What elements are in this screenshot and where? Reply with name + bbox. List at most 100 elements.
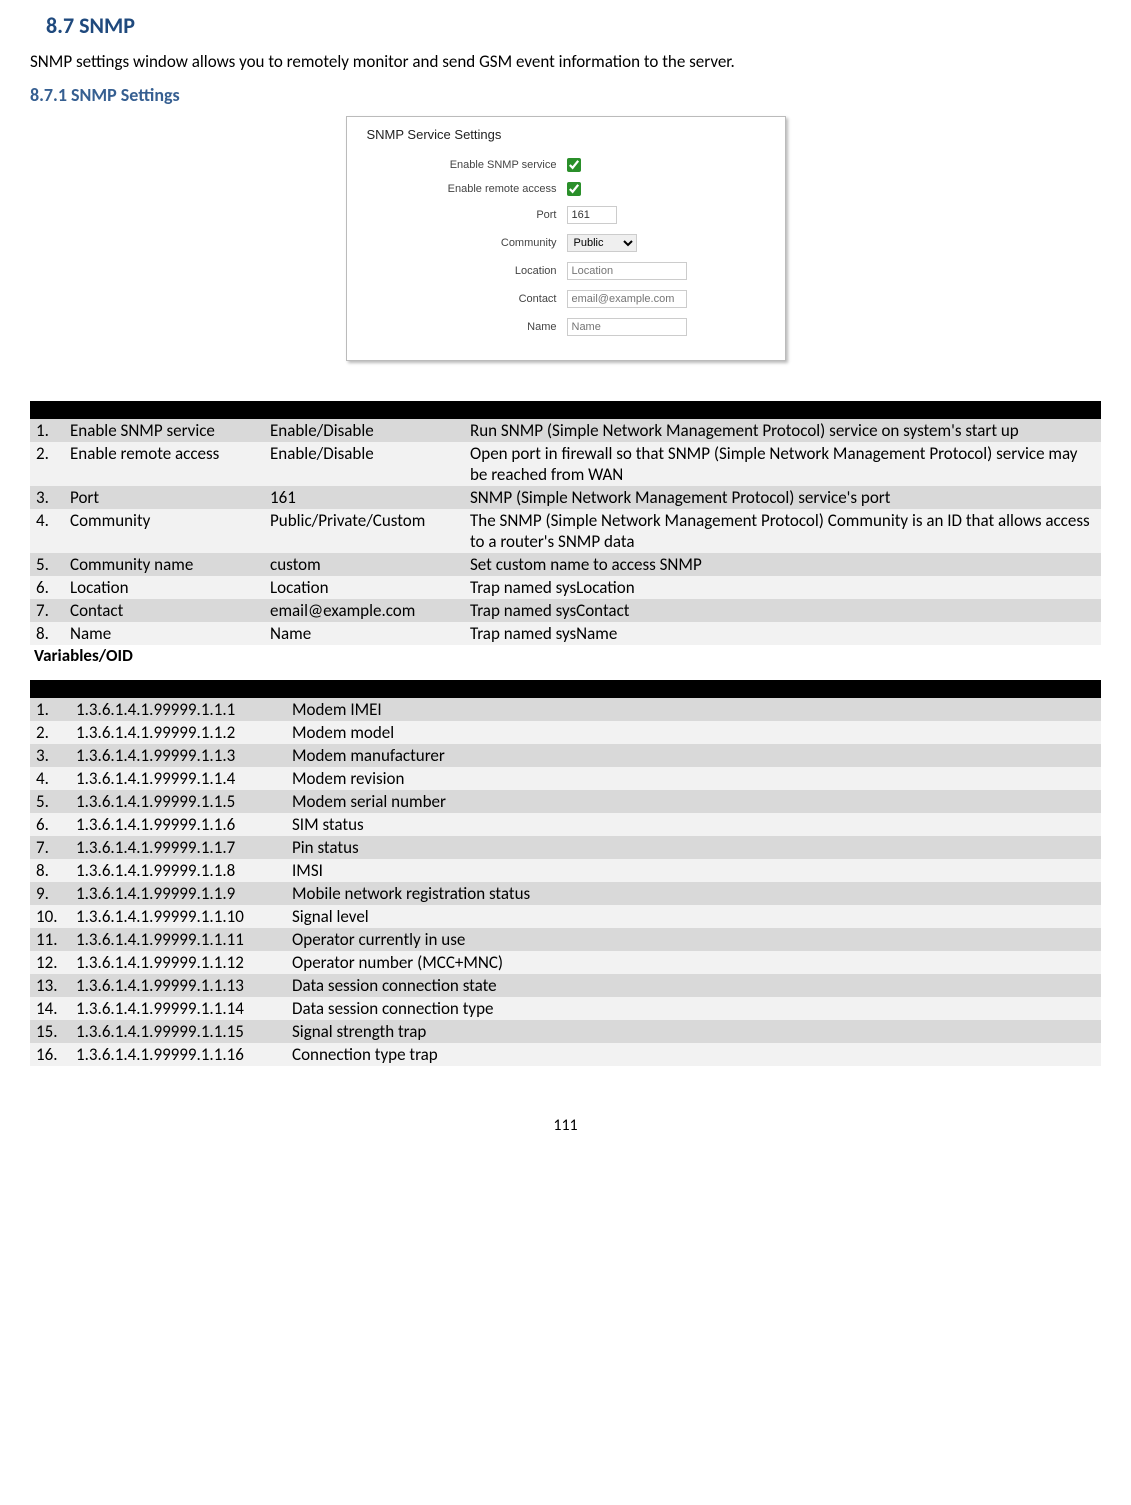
row-num: 7. xyxy=(30,599,64,622)
panel-title: SNMP Service Settings xyxy=(367,127,765,142)
table-row: 10.1.3.6.1.4.1.99999.1.1.10Signal level xyxy=(30,905,1101,928)
contact-label: Contact xyxy=(367,293,567,305)
row-field: Enable SNMP service xyxy=(64,419,264,442)
row-desc: Modem IMEI xyxy=(286,698,1101,721)
heading-snmp: 8.7 SNMP xyxy=(46,12,1101,39)
row-name: Name xyxy=(367,318,765,336)
row-desc: Operator number (MCC+MNC) xyxy=(286,951,1101,974)
port-input[interactable] xyxy=(567,206,617,224)
row-desc: Open port in firewall so that SNMP (Simp… xyxy=(464,442,1101,486)
table-row: 15.1.3.6.1.4.1.99999.1.1.15Signal streng… xyxy=(30,1020,1101,1043)
row-num: 16. xyxy=(30,1043,70,1066)
row-desc: Modem model xyxy=(286,721,1101,744)
row-num: 5. xyxy=(30,790,70,813)
row-oid: 1.3.6.1.4.1.99999.1.1.9 xyxy=(70,882,286,905)
heading-snmp-settings: 8.7.1 SNMP Settings xyxy=(30,84,1101,106)
table-row: 9.1.3.6.1.4.1.99999.1.1.9Mobile network … xyxy=(30,882,1101,905)
table-row: 3.1.3.6.1.4.1.99999.1.1.3Modem manufactu… xyxy=(30,744,1101,767)
row-oid: 1.3.6.1.4.1.99999.1.1.16 xyxy=(70,1043,286,1066)
port-label: Port xyxy=(367,209,567,221)
row-num: 1. xyxy=(30,419,64,442)
settings-head xyxy=(30,401,1101,419)
row-desc: Data session connection state xyxy=(286,974,1101,997)
row-num: 6. xyxy=(30,576,64,599)
table-row: 11.1.3.6.1.4.1.99999.1.1.11Operator curr… xyxy=(30,928,1101,951)
row-val: 161 xyxy=(264,486,464,509)
row-oid: 1.3.6.1.4.1.99999.1.1.1 xyxy=(70,698,286,721)
table-row: 1.1.3.6.1.4.1.99999.1.1.1Modem IMEI xyxy=(30,698,1101,721)
row-num: 9. xyxy=(30,882,70,905)
row-desc: Modem serial number xyxy=(286,790,1101,813)
row-enable-service: Enable SNMP service xyxy=(367,158,765,172)
row-desc: Trap named sysContact xyxy=(464,599,1101,622)
contact-input[interactable] xyxy=(567,290,687,308)
row-num: 2. xyxy=(30,721,70,744)
row-num: 11. xyxy=(30,928,70,951)
row-desc: Run SNMP (Simple Network Management Prot… xyxy=(464,419,1101,442)
table-row: 7.1.3.6.1.4.1.99999.1.1.7Pin status xyxy=(30,836,1101,859)
row-desc: IMSI xyxy=(286,859,1101,882)
table-row: 16.1.3.6.1.4.1.99999.1.1.16Connection ty… xyxy=(30,1043,1101,1066)
row-desc: Trap named sysName xyxy=(464,622,1101,645)
row-num: 13. xyxy=(30,974,70,997)
row-oid: 1.3.6.1.4.1.99999.1.1.3 xyxy=(70,744,286,767)
name-input[interactable] xyxy=(567,318,687,336)
row-field: Port xyxy=(64,486,264,509)
row-oid: 1.3.6.1.4.1.99999.1.1.6 xyxy=(70,813,286,836)
row-num: 1. xyxy=(30,698,70,721)
name-label: Name xyxy=(367,321,567,333)
row-desc: SNMP (Simple Network Management Protocol… xyxy=(464,486,1101,509)
table-row: 14.1.3.6.1.4.1.99999.1.1.14Data session … xyxy=(30,997,1101,1020)
enable-service-checkbox[interactable] xyxy=(567,158,581,172)
row-desc: Connection type trap xyxy=(286,1043,1101,1066)
enable-remote-label: Enable remote access xyxy=(367,183,567,195)
row-val: Enable/Disable xyxy=(264,442,464,486)
row-port: Port xyxy=(367,206,765,224)
enable-service-label: Enable SNMP service xyxy=(367,159,567,171)
row-val: custom xyxy=(264,553,464,576)
row-desc: Signal level xyxy=(286,905,1101,928)
table-row: 4.1.3.6.1.4.1.99999.1.1.4Modem revision xyxy=(30,767,1101,790)
row-oid: 1.3.6.1.4.1.99999.1.1.13 xyxy=(70,974,286,997)
row-oid: 1.3.6.1.4.1.99999.1.1.11 xyxy=(70,928,286,951)
row-num: 7. xyxy=(30,836,70,859)
location-input[interactable] xyxy=(567,262,687,280)
oid-head xyxy=(30,680,1101,698)
page-number: 111 xyxy=(30,1116,1101,1135)
settings-panel-wrap: SNMP Service Settings Enable SNMP servic… xyxy=(30,116,1101,361)
row-desc: Modem manufacturer xyxy=(286,744,1101,767)
enable-remote-checkbox[interactable] xyxy=(567,182,581,196)
community-select[interactable]: Public xyxy=(567,234,637,252)
row-desc: Data session connection type xyxy=(286,997,1101,1020)
row-oid: 1.3.6.1.4.1.99999.1.1.5 xyxy=(70,790,286,813)
row-num: 14. xyxy=(30,997,70,1020)
row-desc: Trap named sysLocation xyxy=(464,576,1101,599)
row-oid: 1.3.6.1.4.1.99999.1.1.7 xyxy=(70,836,286,859)
row-val: Enable/Disable xyxy=(264,419,464,442)
table-row: 3.Port161SNMP (Simple Network Management… xyxy=(30,486,1101,509)
table-row: 8.1.3.6.1.4.1.99999.1.1.8IMSI xyxy=(30,859,1101,882)
table-row: 2.1.3.6.1.4.1.99999.1.1.2Modem model xyxy=(30,721,1101,744)
row-desc: Mobile network registration status xyxy=(286,882,1101,905)
row-field: Location xyxy=(64,576,264,599)
row-val: Public/Private/Custom xyxy=(264,509,464,553)
row-oid: 1.3.6.1.4.1.99999.1.1.2 xyxy=(70,721,286,744)
row-desc: Operator currently in use xyxy=(286,928,1101,951)
row-field: Community name xyxy=(64,553,264,576)
table-row: 5.1.3.6.1.4.1.99999.1.1.5Modem serial nu… xyxy=(30,790,1101,813)
table-row: 1.Enable SNMP serviceEnable/DisableRun S… xyxy=(30,419,1101,442)
row-desc: Pin status xyxy=(286,836,1101,859)
row-desc: Modem revision xyxy=(286,767,1101,790)
settings-table: 1.Enable SNMP serviceEnable/DisableRun S… xyxy=(30,401,1101,645)
row-oid: 1.3.6.1.4.1.99999.1.1.14 xyxy=(70,997,286,1020)
row-enable-remote: Enable remote access xyxy=(367,182,765,196)
row-oid: 1.3.6.1.4.1.99999.1.1.4 xyxy=(70,767,286,790)
variables-label: Variables/OID xyxy=(34,645,1101,666)
row-val: Location xyxy=(264,576,464,599)
row-desc: Signal strength trap xyxy=(286,1020,1101,1043)
row-num: 4. xyxy=(30,509,64,553)
table-row: 7.Contactemail@example.comTrap named sys… xyxy=(30,599,1101,622)
row-val: Name xyxy=(264,622,464,645)
row-desc: SIM status xyxy=(286,813,1101,836)
table-row: 8.NameNameTrap named sysName xyxy=(30,622,1101,645)
